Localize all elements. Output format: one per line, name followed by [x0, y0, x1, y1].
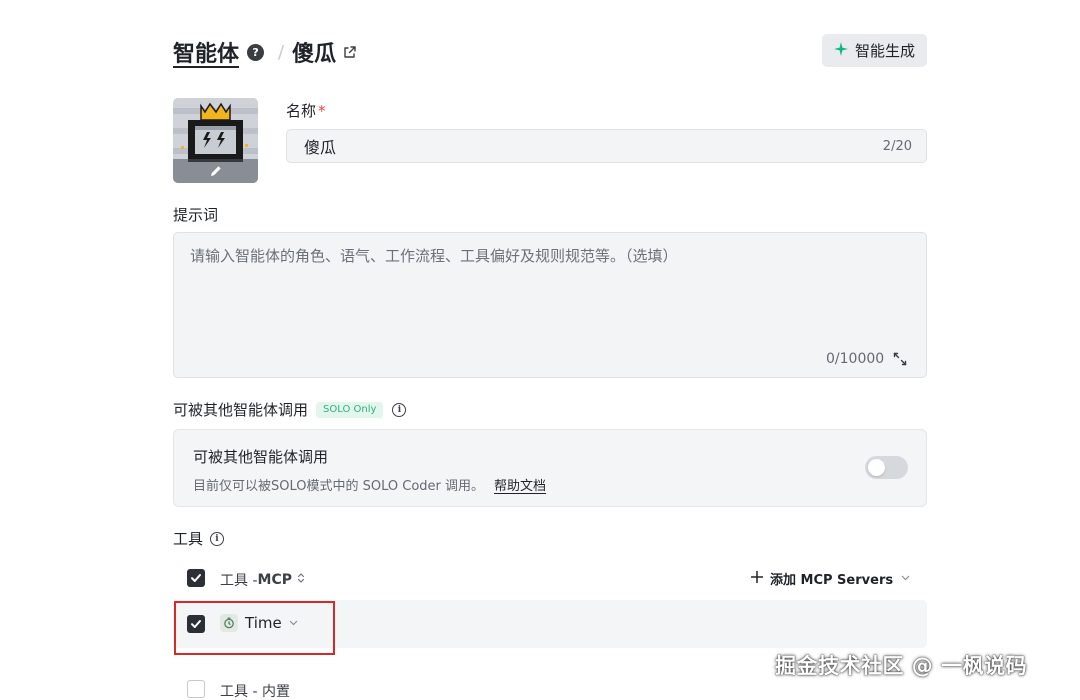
- info-circle-icon[interactable]: i: [210, 531, 225, 546]
- annotation-highlight-box: [174, 601, 335, 655]
- name-label: 名称 *: [286, 100, 326, 121]
- prompt-char-count: 0/10000: [826, 351, 885, 367]
- tools-title-text: 工具: [173, 530, 204, 548]
- callable-toggle[interactable]: [865, 456, 908, 479]
- name-char-count: 2/20: [882, 138, 912, 154]
- smart-generate-label: 智能生成: [854, 42, 915, 60]
- prompt-placeholder: 请输入智能体的角色、语气、工作流程、工具偏好及规则规范等。（选填）: [190, 247, 678, 265]
- toggle-knob: [868, 459, 885, 476]
- help-doc-link[interactable]: 帮助文档: [494, 479, 546, 494]
- breadcrumb-separator: /: [278, 41, 285, 63]
- callable-desc-text: 目前仅可以被SOLO模式中的 SOLO Coder 调用。: [193, 479, 485, 494]
- mcp-group-label[interactable]: 工具 - MCP: [220, 570, 305, 590]
- breadcrumb-agent-name: 傻瓜: [292, 42, 337, 67]
- question-circle-icon[interactable]: ?: [247, 43, 265, 61]
- name-label-text: 名称: [286, 102, 317, 120]
- name-input[interactable]: 傻瓜 2/20: [286, 129, 927, 163]
- sort-icon[interactable]: [297, 572, 305, 588]
- name-input-value: 傻瓜: [304, 138, 337, 157]
- callable-section-title: 可被其他智能体调用 SOLO Only i: [173, 399, 407, 420]
- check-icon: [191, 574, 201, 582]
- expand-icon[interactable]: [893, 351, 909, 367]
- builtin-group-label[interactable]: 工具 - 内置: [220, 681, 290, 700]
- plus-icon: [750, 569, 764, 588]
- tools-section-title: 工具 i: [173, 528, 225, 549]
- pencil-icon: [210, 162, 222, 181]
- smart-generate-button[interactable]: 智能生成: [822, 34, 927, 67]
- agent-editor-page: 智能体 ? / 傻瓜 智能生成 名称 * 傻瓜 2/20 提示词 请输入智能体的…: [0, 0, 1080, 700]
- required-mark: *: [318, 102, 326, 120]
- builtin-group-checkbox[interactable]: [187, 680, 205, 698]
- info-circle-icon[interactable]: i: [392, 402, 407, 417]
- callable-card-title: 可被其他智能体调用: [193, 448, 329, 466]
- breadcrumb: 智能体 ? / 傻瓜: [173, 36, 358, 68]
- add-mcp-label: 添加 MCP Servers: [770, 573, 894, 588]
- mcp-group-name: MCP: [257, 572, 292, 588]
- prompt-label: 提示词: [173, 206, 219, 224]
- solo-only-badge: SOLO Only: [316, 401, 384, 418]
- prompt-textarea[interactable]: 请输入智能体的角色、语气、工作流程、工具偏好及规则规范等。（选填） 0/1000…: [173, 232, 927, 378]
- avatar-edit-overlay[interactable]: [173, 159, 258, 183]
- callable-title-text: 可被其他智能体调用: [173, 401, 309, 419]
- mcp-group-checkbox[interactable]: [187, 569, 205, 587]
- breadcrumb-root[interactable]: 智能体: [173, 36, 239, 68]
- sparkle-icon: [833, 42, 848, 59]
- chevron-down-icon: [901, 573, 910, 584]
- agent-avatar[interactable]: [173, 98, 258, 183]
- watermark: 掘金技术社区 @ 一枫说码: [775, 654, 1028, 678]
- callable-card-desc: 目前仅可以被SOLO模式中的 SOLO Coder 调用。 帮助文档: [193, 475, 546, 494]
- mcp-group-prefix: 工具 -: [220, 573, 258, 589]
- add-mcp-servers-button[interactable]: 添加 MCP Servers: [750, 569, 910, 588]
- callable-card: 可被其他智能体调用 目前仅可以被SOLO模式中的 SOLO Coder 调用。帮…: [173, 429, 927, 507]
- share-icon[interactable]: [342, 44, 358, 60]
